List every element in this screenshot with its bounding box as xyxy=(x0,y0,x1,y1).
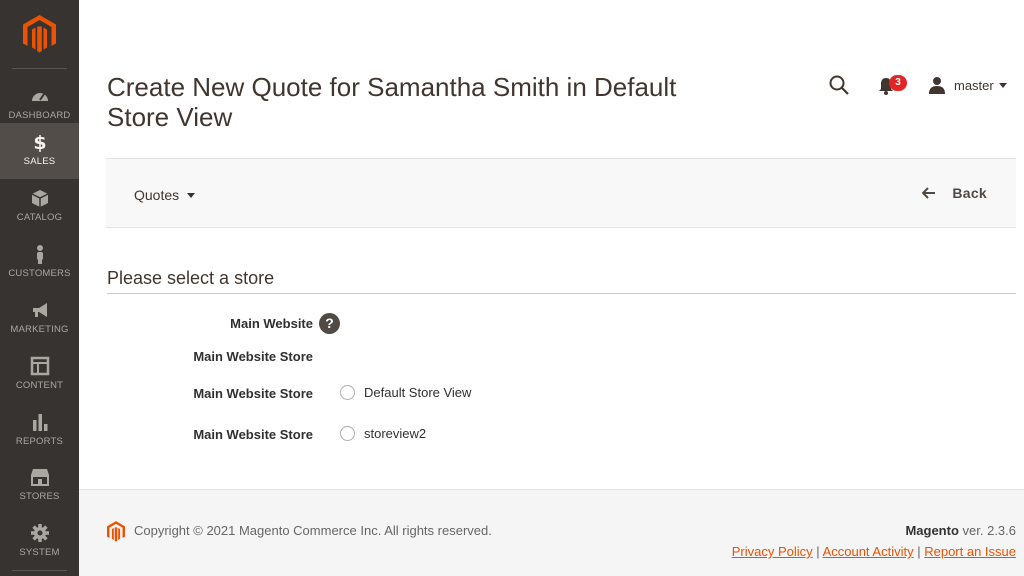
nav-customers[interactable]: CUSTOMERS xyxy=(0,235,79,291)
nav-label: CUSTOMERS xyxy=(8,268,71,279)
page-footer: Copyright © 2021 Magento Commerce Inc. A… xyxy=(79,489,1024,576)
radio-button[interactable] xyxy=(340,426,355,441)
nav-stores[interactable]: STORES xyxy=(0,458,79,514)
back-button-label: Back xyxy=(952,185,987,201)
svg-text:$: $ xyxy=(33,132,46,152)
store-group-label: Main Website Store xyxy=(193,349,313,364)
nav-label: CATALOG xyxy=(16,212,63,223)
nav-catalog[interactable]: CATALOG xyxy=(0,179,79,235)
store-view-option[interactable]: storeview2 xyxy=(340,426,426,441)
notification-badge[interactable]: 3 xyxy=(889,75,907,91)
bar-chart-icon xyxy=(32,414,47,431)
store-view-label: storeview2 xyxy=(364,426,427,441)
nav-label: DASHBOARD xyxy=(8,110,71,121)
nav-content[interactable]: CONTENT xyxy=(0,347,79,403)
megaphone-icon xyxy=(32,303,47,317)
radio-button[interactable] xyxy=(340,385,355,400)
store-view-label: Default Store View xyxy=(364,385,472,400)
nav-label: MARKETING xyxy=(10,324,69,335)
quotes-switcher[interactable]: Quotes xyxy=(134,187,196,203)
nav-system[interactable]: SYSTEM xyxy=(0,514,79,570)
page-actions-bar: Quotes Back xyxy=(106,158,1016,228)
dashboard-icon xyxy=(31,93,48,101)
link-separator: | xyxy=(913,544,925,559)
back-button[interactable]: Back xyxy=(922,185,987,201)
website-label: Main Website xyxy=(230,316,313,331)
chevron-down-icon xyxy=(998,82,1007,88)
link-separator: | xyxy=(812,544,823,559)
chevron-down-icon xyxy=(187,192,196,198)
admin-sidebar: DASHBOARD $ SALES CATALOG CUSTOMERS MARK… xyxy=(0,0,79,576)
section-divider xyxy=(107,293,1016,294)
version-number: ver. 2.3.6 xyxy=(958,523,1016,538)
page-title: Create New Quote for Samantha Smith in D… xyxy=(107,72,677,132)
store-view-option[interactable]: Default Store View xyxy=(340,385,471,400)
section-title: Please select a store xyxy=(107,268,275,288)
report-issue-link[interactable]: Report an Issue xyxy=(924,544,1016,559)
footer-links: Privacy Policy | Account Activity | Repo… xyxy=(732,544,1016,559)
brand-name: Magento xyxy=(905,523,959,538)
user-icon xyxy=(929,77,945,94)
help-icon[interactable]: ? xyxy=(319,313,340,334)
gear-icon xyxy=(30,524,49,542)
nav-sales[interactable]: $ SALES xyxy=(0,123,79,179)
store-group-label: Main Website Store xyxy=(193,386,313,401)
magento-logo xyxy=(107,521,125,542)
quotes-switcher-label: Quotes xyxy=(134,187,180,203)
version-info: Magento ver. 2.3.6 xyxy=(905,523,1016,538)
nav-label: SALES xyxy=(23,156,56,167)
search-icon[interactable] xyxy=(828,74,850,96)
privacy-policy-link[interactable]: Privacy Policy xyxy=(732,544,813,559)
nav-label: STORES xyxy=(19,491,60,502)
nav-marketing[interactable]: MARKETING xyxy=(0,291,79,347)
copyright-text: Copyright © 2021 Magento Commerce Inc. A… xyxy=(134,523,492,538)
sidebar-divider xyxy=(12,68,67,69)
user-name: master xyxy=(954,77,994,93)
arrow-left-icon xyxy=(922,187,936,199)
layout-icon xyxy=(30,356,49,376)
store-group-label: Main Website Store xyxy=(193,427,313,442)
storefront-icon xyxy=(30,469,49,486)
cube-icon xyxy=(31,190,48,207)
sidebar-divider xyxy=(12,570,67,571)
nav-label: SYSTEM xyxy=(19,547,60,558)
nav-reports[interactable]: REPORTS xyxy=(0,403,79,459)
person-icon xyxy=(36,245,43,264)
user-account-menu[interactable]: master xyxy=(928,75,1007,95)
account-activity-link[interactable]: Account Activity xyxy=(823,544,914,559)
nav-label: CONTENT xyxy=(15,380,64,391)
magento-logo[interactable] xyxy=(23,15,56,53)
dollar-icon: $ xyxy=(33,132,46,152)
nav-label: REPORTS xyxy=(15,436,64,447)
